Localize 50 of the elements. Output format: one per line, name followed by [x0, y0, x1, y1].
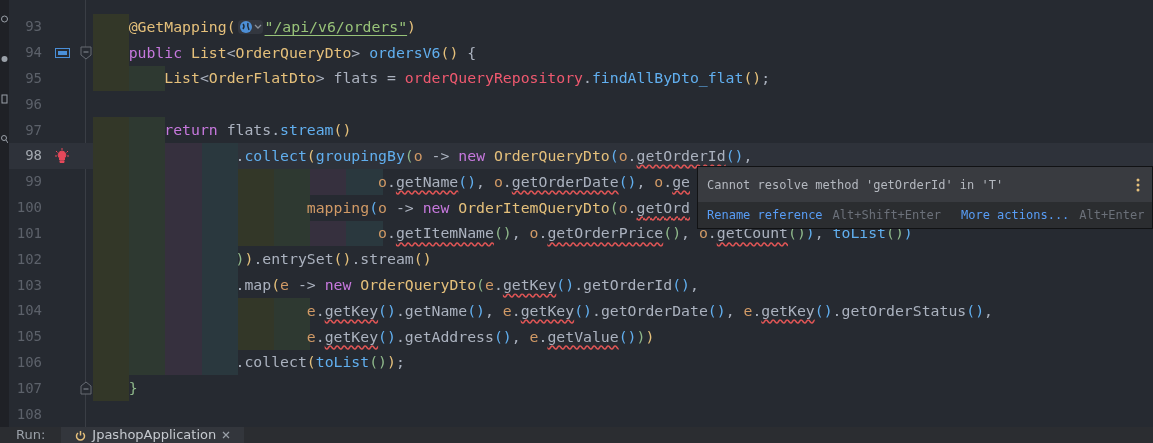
globe-icon[interactable] [237, 19, 263, 34]
code-line: } [128, 378, 138, 399]
line-number: 100 [15, 198, 42, 218]
code-line: .collect(toList()); [235, 352, 405, 373]
shortcut-hint: Alt+Shift+Enter [832, 207, 941, 224]
code-line: e.getKey().getAddress(), e.getValue())) [306, 326, 655, 347]
line-number: 106 [15, 352, 42, 372]
line-number: 95 [24, 69, 42, 89]
code-line: )).entrySet().stream() [235, 249, 432, 270]
code-line: return flats.stream() [164, 120, 352, 141]
line-number: 103 [15, 275, 42, 295]
tab-label: JpashopApplication [92, 427, 217, 443]
error-message: Cannot resolve method 'getOrderId' in 'T' [707, 176, 1004, 194]
tool-icon[interactable] [1, 94, 8, 104]
power-icon [75, 429, 87, 441]
line-number: 98 [24, 146, 42, 166]
line-number: 99 [24, 172, 42, 192]
indent-block [93, 375, 130, 402]
lightbulb-icon[interactable] [54, 147, 70, 164]
action-link[interactable]: More actions... [960, 206, 1070, 224]
line-number: 108 [15, 404, 42, 424]
code-line: @GetMapping( "/api/v6/orders") [128, 16, 416, 37]
tool-icon[interactable] [1, 134, 8, 144]
close-icon[interactable] [222, 431, 231, 439]
line-number: 101 [15, 223, 42, 243]
line-number: 96 [24, 94, 42, 114]
code-line: e.getKey().getName(), e.getKey().getOrderDate(), e.getKey().getOrderStatus(), [306, 300, 993, 321]
fold-icon[interactable] [79, 381, 92, 396]
line-number: 94 [24, 43, 42, 63]
run-tab[interactable]: JpashopApplication [61, 427, 245, 443]
shortcut-hint: Alt+Enter [1079, 207, 1145, 224]
line-number: 93 [24, 17, 42, 37]
run-label: Run: [15, 427, 47, 443]
code-line: o.getName(), o.getOrderDate(), o.ge [378, 171, 690, 192]
line-number: 102 [15, 249, 42, 269]
code-line: List<OrderFlatDto> flats = orderQueryRepository.findAllByDto_flat(); [164, 68, 771, 89]
code-line: .collect(groupingBy(o -> new OrderQueryDto(o.getOrderId(), [235, 145, 753, 166]
code-line: mapping(o -> new OrderItemQueryDto(o.getOrd [306, 197, 690, 218]
tool-icon[interactable] [1, 54, 8, 64]
api-icon[interactable] [54, 47, 70, 58]
more-icon[interactable] [1136, 177, 1140, 192]
line-number: 104 [15, 301, 42, 321]
line-number: 97 [24, 120, 42, 140]
code-line: .map(e -> new OrderQueryDto(e.getKey().getOrderId(), [235, 274, 699, 295]
fold-icon[interactable] [79, 45, 92, 60]
code-line: public List<OrderQueryDto> ordersV6() { [128, 42, 477, 63]
line-number: 105 [15, 327, 42, 347]
line-number: 107 [15, 378, 42, 398]
tool-icon[interactable] [1, 14, 8, 24]
action-link[interactable]: Rename reference [707, 206, 823, 224]
